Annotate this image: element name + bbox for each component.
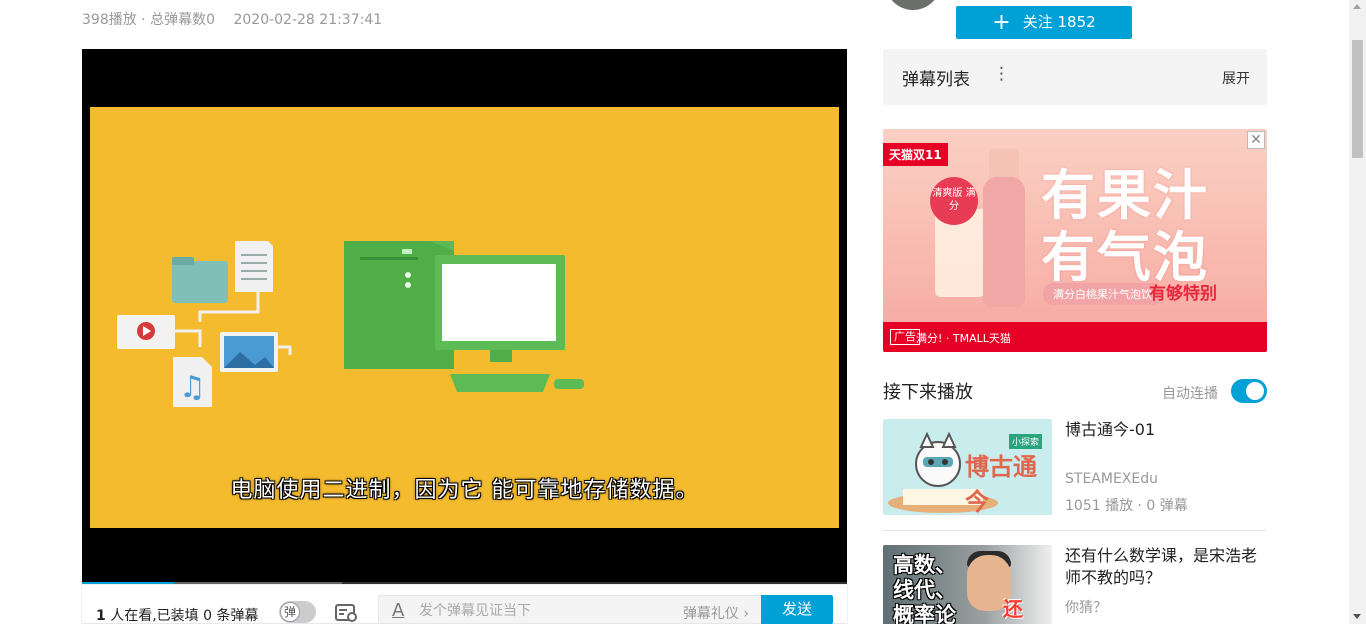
- viewer-status: 1 人在看,已装填 0 条弹幕: [96, 608, 259, 624]
- video-stats: 1051 播放 · 0 弹幕: [1065, 498, 1188, 514]
- close-icon[interactable]: ✕: [1247, 131, 1265, 149]
- ad-footer: 广告 满分! · TMALL天猫: [883, 322, 1267, 352]
- thumbnail-text: 概率论: [893, 603, 956, 624]
- danmaku-etiquette-link[interactable]: 弹幕礼仪 ›: [683, 603, 749, 623]
- danmaku-send-bar: 1 人在看,已装填 0 条弹幕 弹 A 弹幕礼仪 › 发送: [82, 585, 847, 624]
- list-item[interactable]: 高数、 线代、 概率论 还有? 还有什么数学课，是宋浩老师不教的吗？ 你猜？: [883, 545, 1267, 624]
- audio-file-icon: ♫: [173, 357, 212, 407]
- image-file-icon: [220, 332, 278, 372]
- autoplay-toggle-knob: [1246, 382, 1264, 400]
- ad-banner[interactable]: 天猫双11 ✕ 清爽版 满分 有果汁 有气泡 满分白桃果汁气泡饮 有够特别 广告…: [883, 129, 1267, 352]
- divider: [883, 530, 1267, 531]
- ad-brand: 满分! · TMALL天猫: [916, 332, 1011, 345]
- danmaku-list-title: 弹幕列表: [902, 70, 970, 90]
- video-thumbnail[interactable]: 博古通今 小探索: [883, 419, 1052, 515]
- bottle-image: [983, 177, 1025, 307]
- send-button[interactable]: 发送: [761, 595, 833, 624]
- danmaku-input-box: A 弹幕礼仪 ›: [378, 595, 761, 624]
- follow-button[interactable]: + 关注 1852: [956, 6, 1132, 39]
- subtitle: 电脑使用二进制，因为它 能可靠地存储数据。: [230, 478, 699, 503]
- video-title[interactable]: 还有什么数学课，是宋浩老师不教的吗？: [1065, 545, 1267, 589]
- danmaku-toggle[interactable]: 弹: [279, 601, 316, 623]
- danmaku-settings-icon[interactable]: [335, 603, 359, 623]
- video-title[interactable]: 博古通今-01: [1065, 419, 1267, 441]
- autoplay-toggle[interactable]: [1231, 379, 1267, 403]
- computer-icon: [344, 241, 584, 392]
- thumbnail-badge: 还有?: [1003, 597, 1023, 621]
- autoplay-label: 自动连播: [1162, 386, 1218, 402]
- video-meta: 398播放 · 总弹幕数0 2020-02-28 21:37:41: [82, 12, 383, 28]
- document-icon: [235, 241, 273, 292]
- page-scrollbar[interactable]: [1349, 0, 1366, 624]
- video-frame[interactable]: ♫ 电脑使用二进制，因为它 能可靠地存储数据。: [90, 107, 839, 528]
- viewer-count: 1: [96, 608, 106, 624]
- tmall-tag: 天猫双11: [883, 143, 948, 166]
- video-page: 398播放 · 总弹幕数0 2020-02-28 21:37:41 ♫ 电脑使用…: [0, 0, 1366, 624]
- video-file-icon: [117, 315, 175, 349]
- ad-product-pill: 满分白桃果汁气泡饮: [1043, 283, 1162, 305]
- play-count: 398播放: [82, 12, 137, 28]
- scroll-down-icon[interactable]: [1353, 614, 1361, 619]
- thumbnail-logo: 小探索: [1008, 434, 1042, 449]
- thumbnail-text: 博古通今: [965, 453, 1037, 515]
- svg-text:♫: ♫: [179, 370, 206, 405]
- video-player[interactable]: ♫ 电脑使用二进制，因为它 能可靠地存储数据。: [82, 49, 847, 585]
- ad-special-text: 有够特别: [1149, 284, 1217, 304]
- list-item[interactable]: 博古通今 小探索 博古通今-01 STEAMEXEdu 1051 播放 · 0 …: [883, 419, 1267, 515]
- danmaku-input[interactable]: [419, 601, 649, 621]
- video-thumbnail[interactable]: 高数、 线代、 概率论 还有?: [883, 545, 1052, 624]
- plus-icon: +: [992, 10, 1011, 35]
- danmaku-total: 总弹幕数0: [150, 12, 216, 28]
- folder-icon: [172, 257, 228, 303]
- video-author[interactable]: STEAMEXEdu: [1065, 471, 1158, 487]
- danmaku-toggle-knob: 弹: [280, 602, 300, 622]
- more-options-icon[interactable]: ⋮: [993, 66, 1010, 83]
- uploader-avatar[interactable]: [885, 0, 941, 10]
- next-up-heading: 接下来播放: [883, 382, 973, 403]
- video-illustration: ♫: [117, 241, 584, 407]
- publish-date: 2020-02-28 21:37:41: [233, 12, 383, 28]
- video-author[interactable]: 你猜？: [1065, 597, 1107, 617]
- ad-badge: 清爽版 满分: [930, 177, 978, 225]
- scrollbar-thumb[interactable]: [1352, 40, 1363, 158]
- font-style-icon[interactable]: A: [392, 600, 404, 621]
- chevron-right-icon: ›: [743, 606, 749, 622]
- danmaku-list-panel: 弹幕列表 ⋮ 展开: [883, 49, 1267, 105]
- expand-button[interactable]: 展开: [1222, 68, 1250, 88]
- scroll-up-icon[interactable]: [1353, 4, 1361, 9]
